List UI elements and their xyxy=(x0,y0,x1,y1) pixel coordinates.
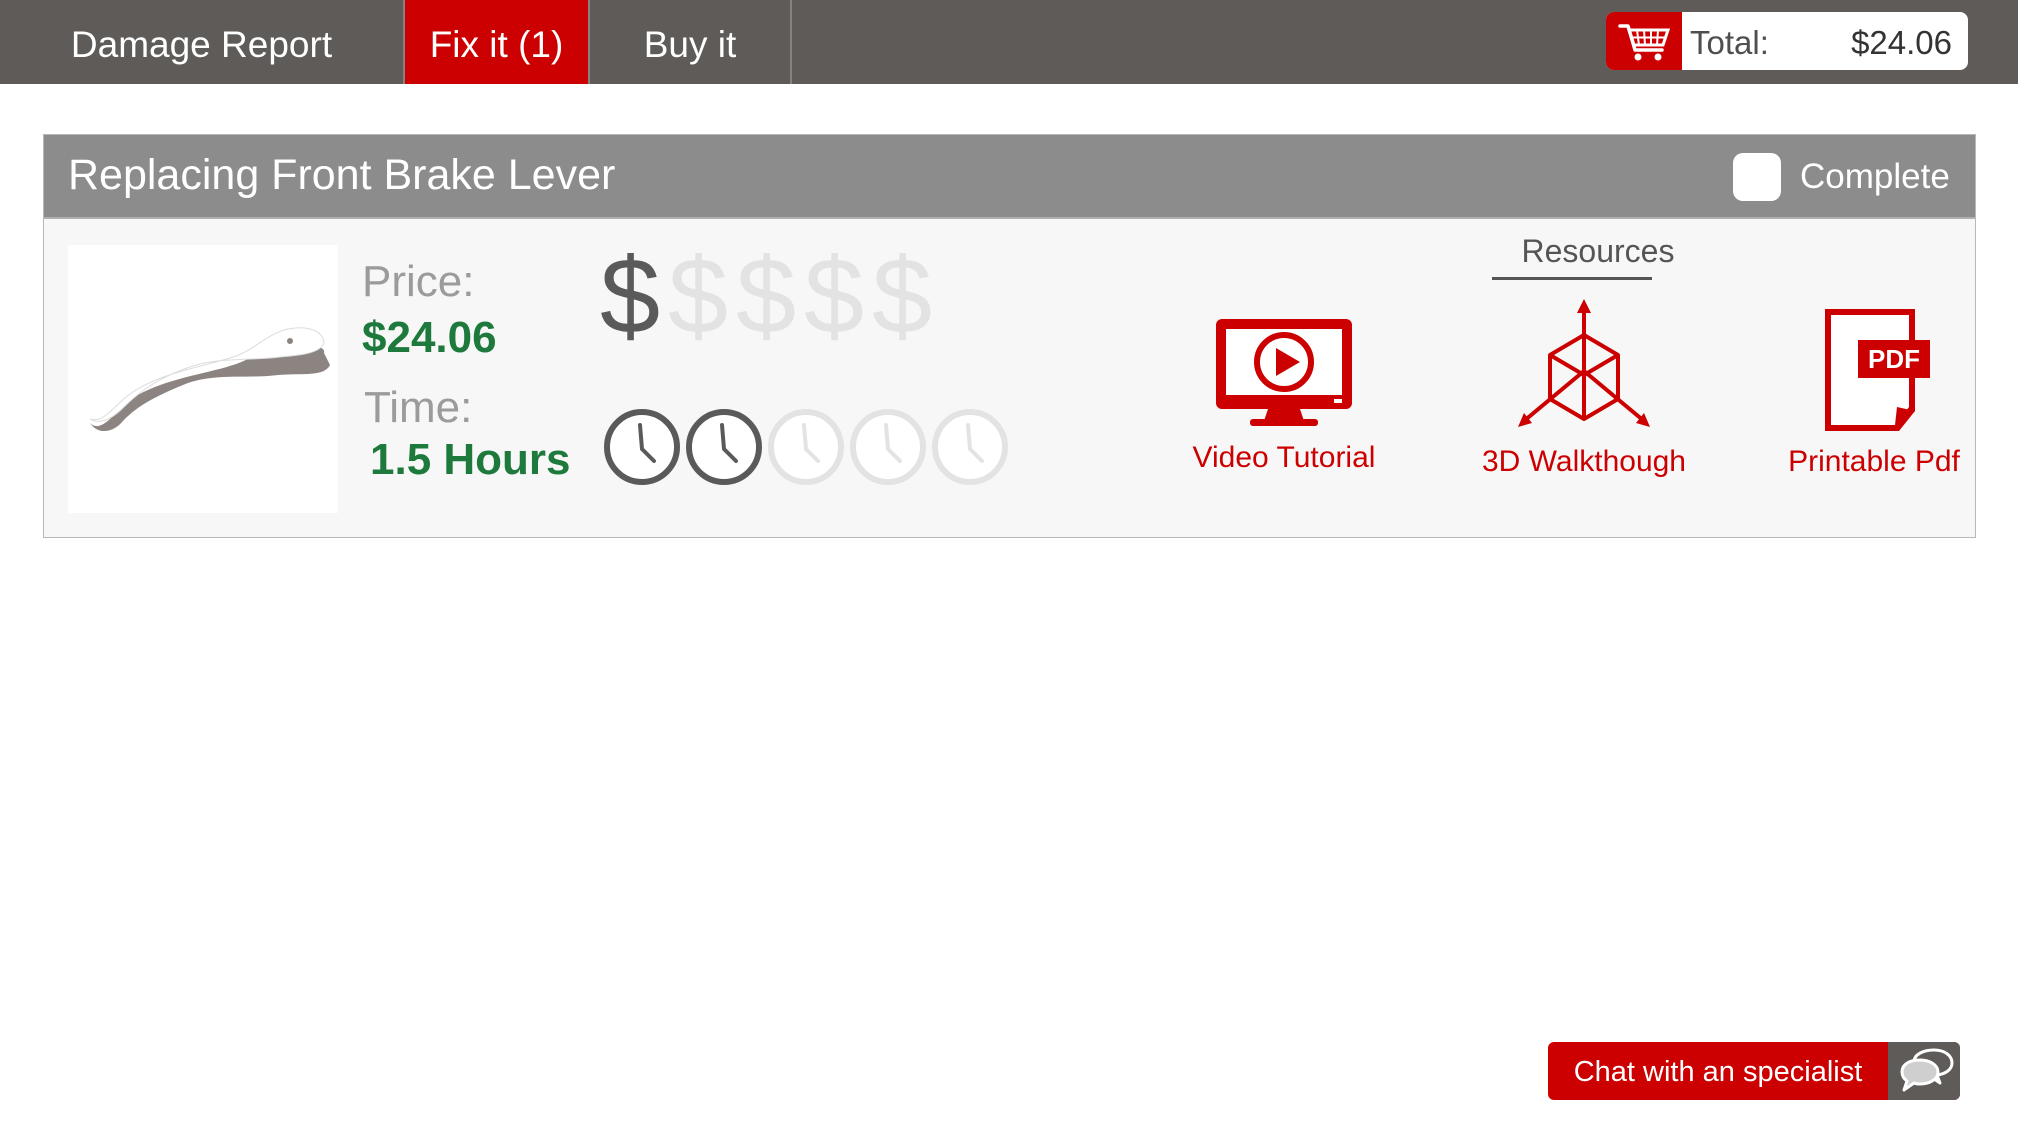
cart-total-widget[interactable]: Total: $24.06 xyxy=(1606,12,1968,70)
printable-pdf-link[interactable]: PDF Printable Pdf xyxy=(1764,303,1984,489)
clock-empty-icon xyxy=(850,409,926,485)
time-label: Time: xyxy=(364,383,473,432)
cost-rating: $$$$$ xyxy=(596,241,936,351)
shopping-cart-icon[interactable] xyxy=(1606,12,1682,70)
tab-buy-it[interactable]: Buy it xyxy=(590,0,792,84)
time-rating xyxy=(604,405,1014,489)
clock-filled-icon xyxy=(604,409,680,485)
task-title: Replacing Front Brake Lever xyxy=(68,151,616,199)
cost-rating-empty-symbol: $ xyxy=(735,235,797,356)
3d-walkthrough-link[interactable]: 3D Walkthough xyxy=(1464,299,1704,489)
complete-checkbox[interactable] xyxy=(1733,153,1781,201)
clock-filled-icon xyxy=(686,409,762,485)
tab-fix-it[interactable]: Fix it (1) xyxy=(405,0,590,84)
task-card-header: Replacing Front Brake Lever Complete xyxy=(44,135,1975,219)
video-monitor-icon xyxy=(1216,319,1352,426)
clock-empty-icon xyxy=(768,409,844,485)
tab-damage-report[interactable]: Damage Report xyxy=(0,0,405,84)
video-tutorial-label: Video Tutorial xyxy=(1192,441,1376,474)
price-label: Price: xyxy=(362,257,475,306)
3d-cube-icon xyxy=(1518,299,1650,427)
resources-heading: Resources xyxy=(1521,233,1675,269)
top-nav-bar: Damage Report Fix it (1) Buy it Total: $… xyxy=(0,0,2018,84)
chat-bubbles-icon xyxy=(1888,1042,1960,1100)
chat-specialist-label: Chat with an specialist xyxy=(1573,1056,1863,1088)
cost-rating-empty-symbol: $ xyxy=(667,235,729,356)
svg-text:PDF: PDF xyxy=(1868,344,1920,374)
pdf-document-icon: PDF xyxy=(1825,309,1930,431)
time-value: 1.5 Hours xyxy=(370,435,571,484)
repair-task-card: Replacing Front Brake Lever Complete Pri… xyxy=(43,134,1976,538)
video-tutorial-link[interactable]: Video Tutorial xyxy=(1184,315,1384,485)
chat-specialist-button[interactable]: Chat with an specialist xyxy=(1548,1042,1960,1100)
printable-pdf-label: Printable Pdf xyxy=(1788,445,1960,478)
cart-total-value: $24.06 xyxy=(1851,24,1952,61)
complete-label[interactable]: Complete xyxy=(1800,135,1950,219)
price-value: $24.06 xyxy=(362,313,497,362)
3d-walkthrough-label: 3D Walkthough xyxy=(1482,445,1686,478)
resources-underline xyxy=(1492,277,1652,280)
cost-rating-empty-symbol: $ xyxy=(871,235,933,356)
cost-rating-filled-symbol: $ xyxy=(599,235,661,356)
clock-empty-icon xyxy=(932,409,1008,485)
cart-total-label: Total: xyxy=(1690,24,1769,61)
brake-lever-image xyxy=(68,245,338,513)
cost-rating-empty-symbol: $ xyxy=(803,235,865,356)
